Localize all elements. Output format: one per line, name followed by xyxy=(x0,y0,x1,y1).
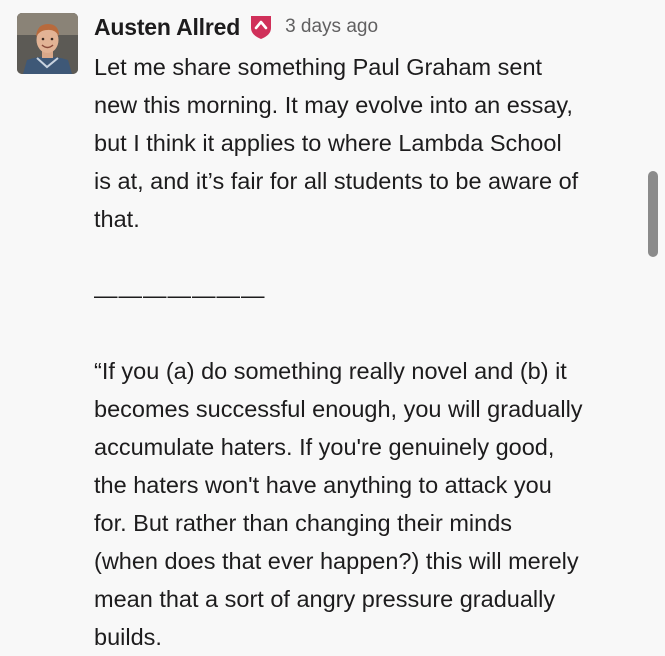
chat-message: Austen Allred 3 days ago Let me share so… xyxy=(0,0,665,650)
avatar[interactable] xyxy=(17,13,78,74)
author-name[interactable]: Austen Allred xyxy=(94,14,240,41)
avatar-image xyxy=(17,13,78,74)
message-paragraph-2: “If you (a) do something really novel an… xyxy=(94,358,583,650)
message-divider: ——————— xyxy=(94,282,266,308)
message-header: Austen Allred 3 days ago xyxy=(94,11,378,43)
message-timestamp[interactable]: 3 days ago xyxy=(285,16,378,38)
scrollbar-thumb[interactable] xyxy=(648,171,658,257)
shield-badge-icon xyxy=(249,14,273,40)
message-paragraph-1: Let me share something Paul Graham sent … xyxy=(94,54,579,232)
message-body: Let me share something Paul Graham sent … xyxy=(94,48,639,656)
